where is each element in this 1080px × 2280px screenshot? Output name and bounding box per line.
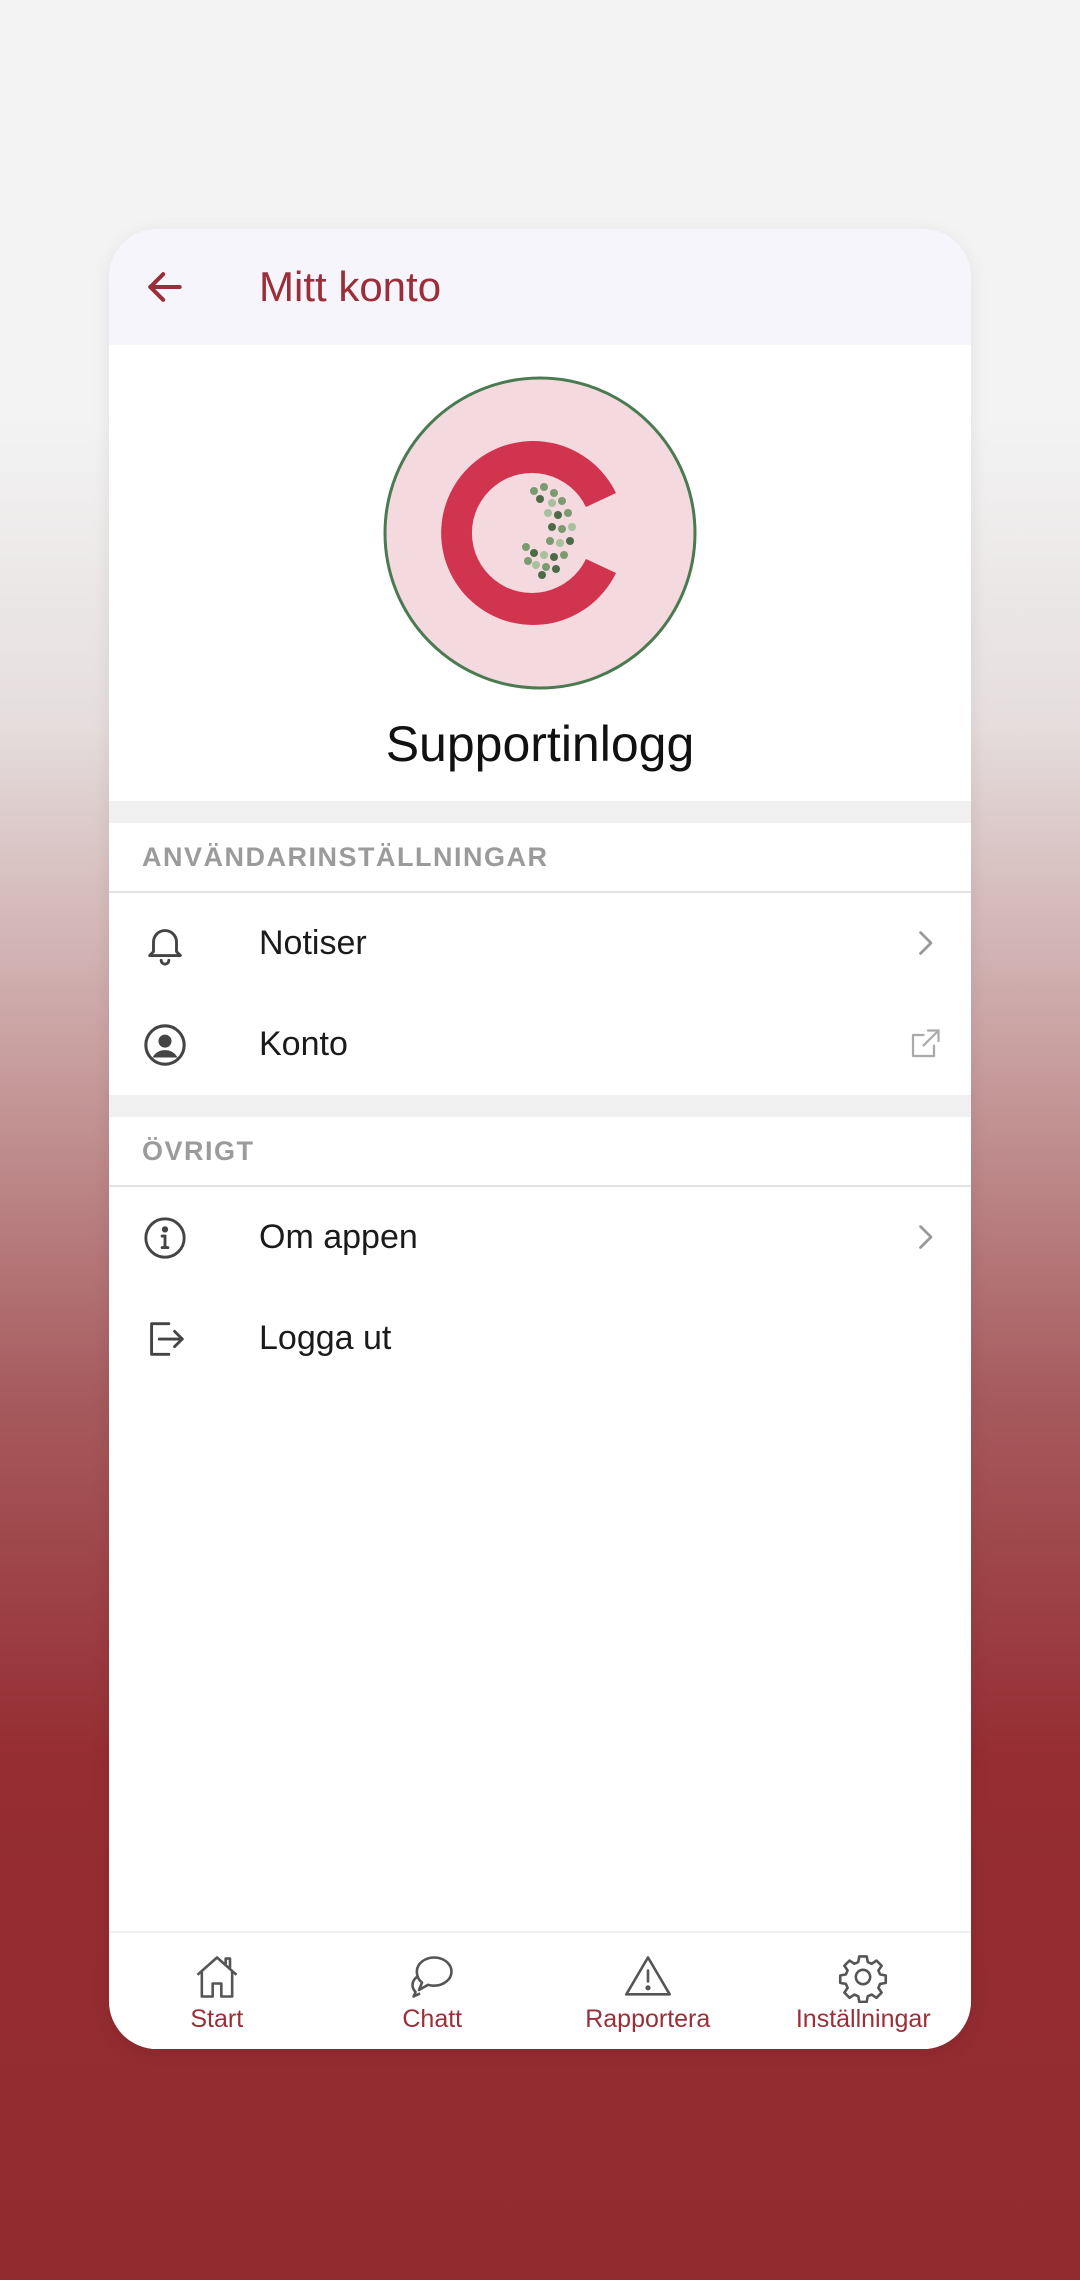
- top-app-bar: Mitt konto: [109, 229, 971, 345]
- external-link-icon: [911, 1029, 940, 1058]
- app-screen: Mitt konto Supportinlogg ANVÄNDARINSTÄLL…: [109, 229, 971, 2049]
- chat-icon: [411, 1956, 454, 1998]
- nav-item-start[interactable]: Start: [109, 1933, 325, 2049]
- user-circle-icon: [144, 1024, 186, 1066]
- back-button[interactable]: [137, 259, 193, 315]
- gear-icon: [839, 1955, 888, 2003]
- section-divider: [109, 1095, 971, 1117]
- nav-label: Chatt: [402, 2005, 463, 2033]
- nav-item-rapportera[interactable]: Rapportera: [540, 1933, 756, 2049]
- menu-item-notiser[interactable]: Notiser: [109, 893, 971, 994]
- nav-label: Rapportera: [585, 2005, 711, 2033]
- nav-label: Start: [190, 2005, 244, 2033]
- bell-icon: [148, 929, 182, 966]
- section-divider: [109, 801, 971, 823]
- menu-item-logga-ut[interactable]: Logga ut: [109, 1288, 971, 1389]
- home-icon: [196, 1956, 238, 1998]
- menu-item-label: Logga ut: [259, 1319, 392, 1357]
- profile-header: Supportinlogg: [109, 345, 971, 801]
- menu-item-konto[interactable]: Konto: [109, 994, 971, 1095]
- profile-name: Supportinlogg: [385, 716, 695, 772]
- section-header-other: ÖVRIGT: [109, 1117, 971, 1187]
- chevron-right-icon: [919, 931, 933, 955]
- chevron-right-icon: [919, 1225, 933, 1249]
- avatar: [383, 376, 697, 690]
- warning-icon: [624, 1956, 671, 1996]
- logout-icon: [150, 1322, 184, 1356]
- bottom-navigation: Start Chatt Rapportera Inställningar: [109, 1931, 971, 2049]
- menu-item-om-appen[interactable]: Om appen: [109, 1187, 971, 1288]
- nav-item-installningar[interactable]: Inställningar: [756, 1933, 972, 2049]
- nav-label: Inställningar: [795, 2005, 931, 2033]
- menu-item-label: Notiser: [259, 924, 367, 962]
- arrow-left-icon: [148, 272, 182, 302]
- info-icon: [144, 1217, 186, 1259]
- section-header-user-settings: ANVÄNDARINSTÄLLNINGAR: [109, 823, 971, 893]
- page-title: Mitt konto: [259, 263, 442, 310]
- nav-item-chatt[interactable]: Chatt: [325, 1933, 541, 2049]
- menu-item-label: Om appen: [259, 1218, 418, 1256]
- menu-item-label: Konto: [259, 1025, 348, 1063]
